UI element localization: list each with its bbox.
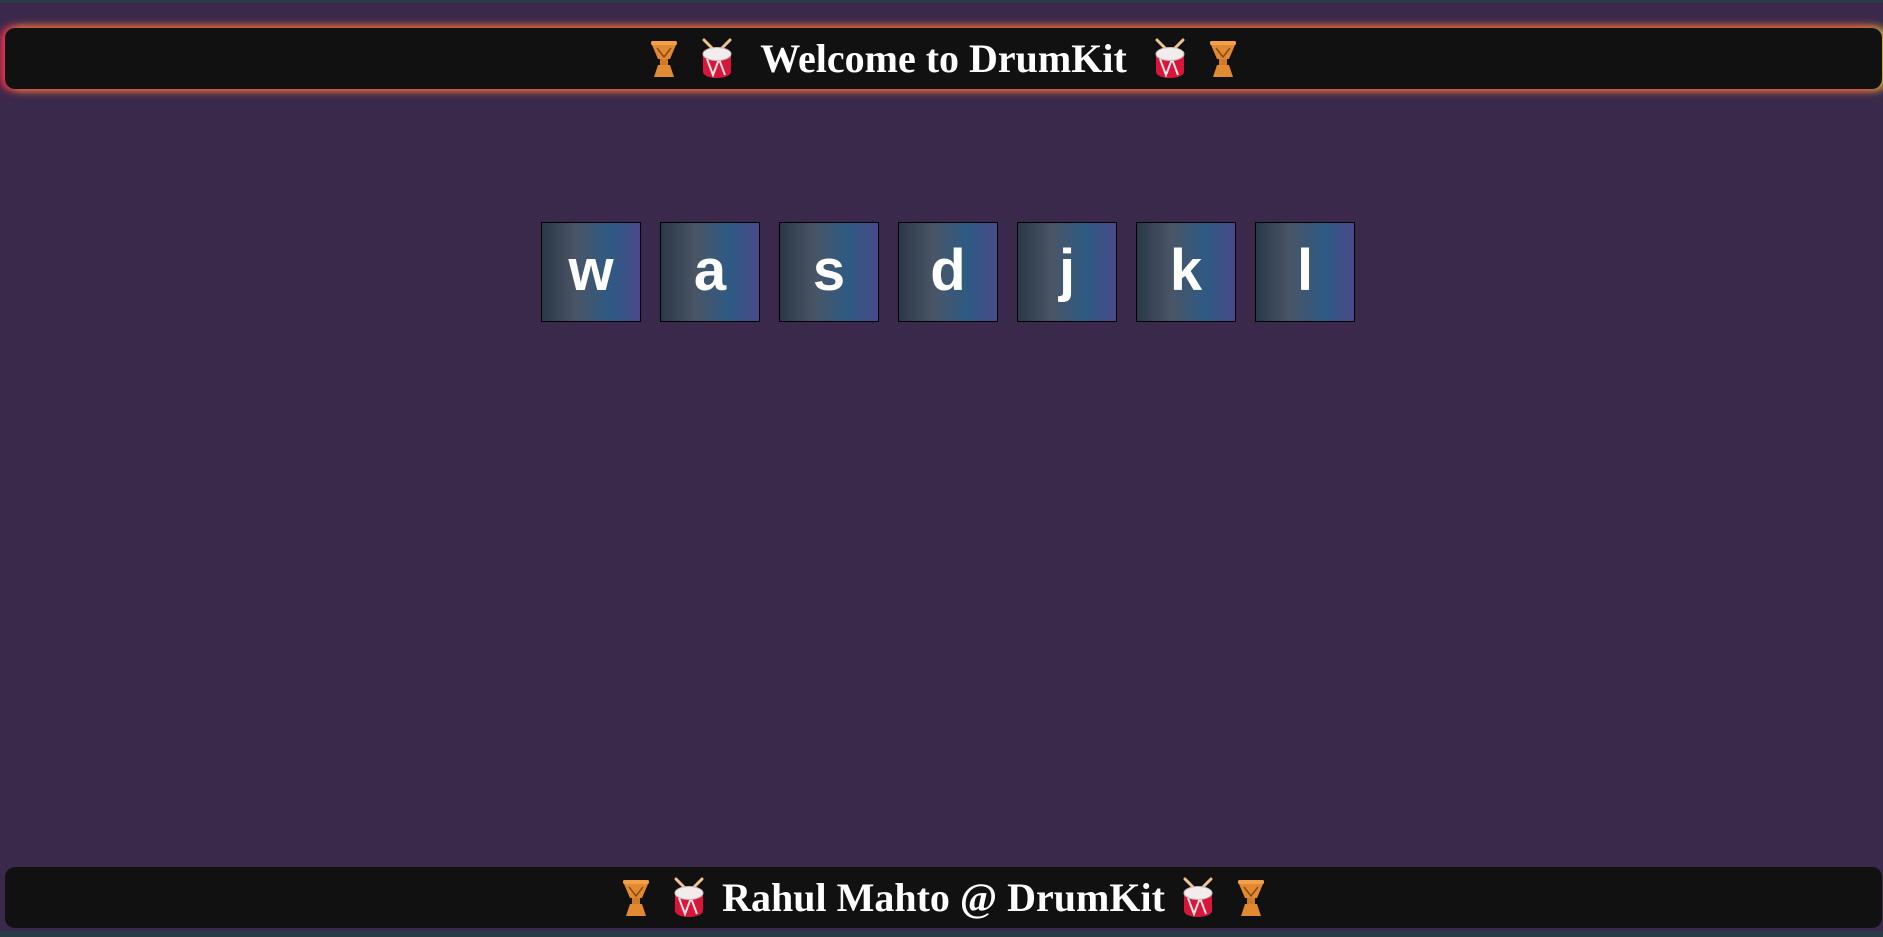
drum-key-s[interactable]: s — [779, 222, 879, 322]
drum-key-l[interactable]: l — [1255, 222, 1355, 322]
snare-drum-icon — [1178, 877, 1218, 919]
page-title: Welcome to DrumKit — [760, 36, 1127, 81]
djembe-icon — [1236, 878, 1266, 918]
drum-key-w[interactable]: w — [541, 222, 641, 322]
top-edge-strip — [0, 0, 1883, 3]
drum-key-k[interactable]: k — [1136, 222, 1236, 322]
bottom-edge-strip — [0, 931, 1883, 937]
djembe-icon — [649, 39, 679, 79]
snare-drum-icon — [1150, 38, 1190, 80]
djembe-icon — [621, 878, 651, 918]
drum-keys: w a s d j k l — [541, 222, 1355, 322]
djembe-icon — [1208, 39, 1238, 79]
drum-key-a[interactable]: a — [660, 222, 760, 322]
header-banner: Welcome to DrumKit — [5, 28, 1882, 89]
snare-drum-icon — [697, 38, 737, 80]
snare-drum-icon — [669, 877, 709, 919]
footer-credit: Rahul Mahto @ DrumKit — [722, 875, 1165, 920]
footer-banner: Rahul Mahto @ DrumKit — [5, 867, 1882, 928]
drum-key-d[interactable]: d — [898, 222, 998, 322]
drum-key-j[interactable]: j — [1017, 222, 1117, 322]
